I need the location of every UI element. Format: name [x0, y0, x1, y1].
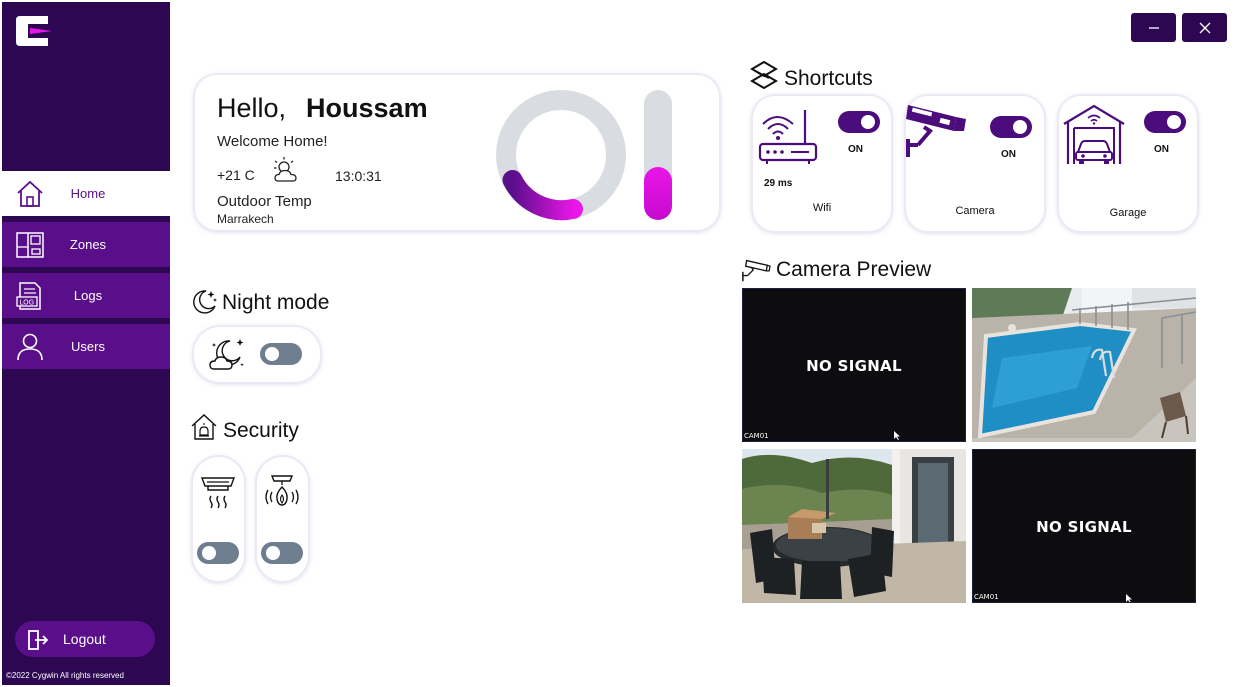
city-label: Marrakech	[217, 212, 274, 226]
temperature-value: +21 C	[217, 167, 255, 183]
gauge-ring-fill	[502, 170, 583, 221]
sidebar: Home Zones LOG Logs Users Logout ©2022 C…	[2, 2, 170, 685]
camera-toggle[interactable]	[990, 116, 1032, 138]
smoke-detector-toggle[interactable]	[197, 542, 239, 564]
cctv-icon	[742, 259, 771, 282]
garage-icon	[1063, 104, 1125, 164]
sidebar-item-label: Users	[71, 339, 105, 354]
camera-feed-3[interactable]	[742, 449, 966, 603]
toggle-knob	[202, 546, 216, 560]
camera-tag: CAM01	[974, 593, 999, 601]
router-icon	[758, 110, 818, 164]
sidebar-item-label: Logs	[73, 288, 103, 303]
greeting-heading: Hello, Houssam	[217, 93, 428, 124]
sidebar-item-label: Zones	[69, 237, 107, 252]
close-button[interactable]	[1182, 13, 1227, 42]
user-name: Houssam	[306, 93, 428, 123]
moon-clouds-icon	[209, 339, 244, 370]
sidebar-item-home[interactable]: Home	[2, 171, 170, 216]
security-sensor-card	[257, 457, 308, 581]
camera-feed-2[interactable]	[972, 288, 1196, 442]
sidebar-item-label: Home	[70, 186, 106, 201]
camera-state: ON	[1001, 149, 1016, 160]
shortcut-card-wifi[interactable]: ON 29 ms Wifi	[753, 96, 891, 231]
toggle-knob	[265, 347, 279, 361]
outdoor-temp-label: Outdoor Temp	[217, 193, 312, 210]
garage-state: ON	[1154, 144, 1169, 155]
toggle-knob	[1013, 120, 1027, 134]
app-logo-icon[interactable]	[14, 12, 54, 50]
fire-detector-icon	[265, 475, 299, 506]
wifi-label: Wifi	[812, 202, 832, 214]
fire-detector-toggle[interactable]	[261, 542, 303, 564]
copyright: ©2022 Cygwin All rights reserved	[6, 671, 124, 680]
shortcut-card-garage[interactable]: ON Garage	[1059, 96, 1197, 231]
toggle-knob	[1167, 115, 1181, 129]
night-mode-card	[194, 327, 320, 382]
sidebar-item-logs[interactable]: LOG Logs	[2, 273, 170, 318]
logout-button[interactable]: Logout	[15, 621, 155, 657]
greeting-card: Hello, Houssam Welcome Home! +21 C 13:0:3…	[195, 75, 719, 230]
no-signal-text: NO SIGNAL	[806, 357, 902, 375]
wifi-state: ON	[848, 144, 863, 155]
sidebar-item-users[interactable]: Users	[2, 324, 170, 369]
hello-text: Hello,	[217, 93, 287, 123]
mouse-cursor-icon	[894, 431, 900, 440]
shortcut-card-camera[interactable]: ON Camera	[906, 96, 1044, 231]
camera-tag: CAM01	[744, 432, 769, 440]
minimize-button[interactable]	[1131, 13, 1176, 42]
temperature-gauge	[496, 90, 672, 221]
security-title: Security	[223, 419, 299, 442]
wifi-toggle[interactable]	[838, 111, 880, 133]
patio-camera-image	[742, 449, 966, 603]
mouse-cursor-icon	[1126, 594, 1132, 602]
partly-cloudy-icon	[274, 157, 297, 182]
level-bar-fill	[644, 167, 672, 220]
toggle-knob	[266, 546, 280, 560]
security-camera-icon	[906, 105, 966, 157]
camera-feed-1[interactable]: NO SIGNAL CAM01	[742, 288, 966, 442]
night-mode-toggle[interactable]	[260, 343, 302, 365]
camera-feed-4[interactable]: NO SIGNAL CAM01	[972, 449, 1196, 603]
minimize-icon	[1148, 26, 1159, 29]
shortcuts-title: Shortcuts	[784, 67, 873, 90]
pool-camera-image	[972, 288, 1196, 442]
camera-label: Camera	[955, 205, 995, 217]
welcome-text: Welcome Home!	[217, 133, 328, 150]
shortcuts-logo-icon	[750, 60, 778, 90]
logout-icon	[28, 630, 49, 650]
logout-label: Logout	[63, 631, 106, 647]
wifi-latency: 29 ms	[764, 178, 793, 189]
clock: 13:0:31	[335, 168, 382, 184]
garage-label: Garage	[1109, 207, 1147, 219]
close-icon	[1199, 22, 1210, 33]
smoke-detector-icon	[200, 477, 236, 509]
toggle-knob	[861, 115, 875, 129]
sidebar-item-zones[interactable]: Zones	[2, 222, 170, 267]
home-alarm-icon	[191, 414, 217, 440]
garage-toggle[interactable]	[1144, 111, 1186, 133]
night-mode-title: Night mode	[222, 291, 330, 314]
camera-preview-title: Camera Preview	[776, 258, 932, 281]
security-sensor-card	[193, 457, 244, 581]
moon-stars-icon	[193, 290, 217, 314]
no-signal-text: NO SIGNAL	[1036, 518, 1132, 536]
